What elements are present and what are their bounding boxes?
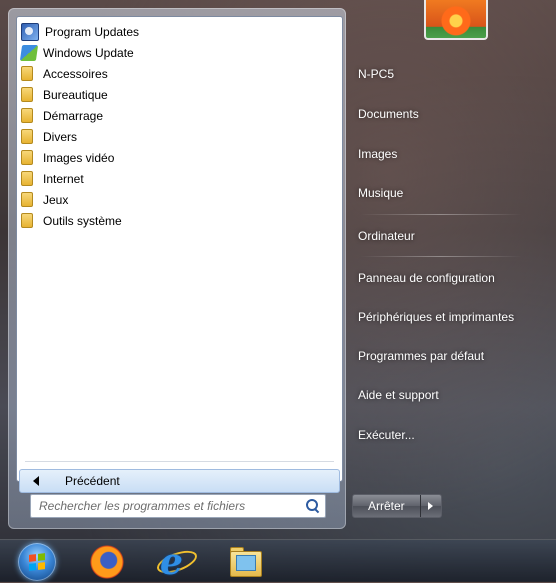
programs-pane: Program Updates Windows Update Accessoir… <box>16 16 343 493</box>
link-label: Périphériques et imprimantes <box>358 310 515 324</box>
program-item-label: Images vidéo <box>43 150 115 165</box>
folder-icon <box>21 129 33 144</box>
windows-explorer-icon[interactable] <box>228 545 262 579</box>
folder-icon <box>21 150 33 165</box>
program-item-label: Démarrage <box>43 108 104 123</box>
link-label: Musique <box>358 186 404 200</box>
link-label: Exécuter... <box>358 428 415 442</box>
program-item-program-updates[interactable]: Program Updates <box>21 21 338 42</box>
link-devices-printers[interactable]: Périphériques et imprimantes <box>352 302 544 332</box>
folder-icon <box>21 213 33 228</box>
windows-update-icon <box>19 44 39 61</box>
right-divider <box>360 214 522 215</box>
program-item-label: Outils système <box>43 213 122 228</box>
shutdown-label: Arrêter <box>368 499 405 513</box>
link-label: N-PC5 <box>358 67 395 81</box>
link-help-support[interactable]: Aide et support <box>352 380 544 410</box>
link-label: Images <box>358 147 398 161</box>
link-control-panel[interactable]: Panneau de configuration <box>352 263 544 293</box>
program-item-divers[interactable]: Divers <box>21 126 338 147</box>
back-button-label: Précédent <box>65 474 120 488</box>
program-item-label: Divers <box>43 129 78 144</box>
folder-icon <box>21 192 33 207</box>
link-label: Programmes par défaut <box>358 349 485 363</box>
internet-explorer-icon[interactable]: e <box>154 541 200 583</box>
folder-icon <box>21 87 33 102</box>
shutdown-button-group: Arrêter <box>352 494 442 518</box>
link-images[interactable]: Images <box>352 139 544 169</box>
program-updates-icon <box>21 22 39 41</box>
program-item-label: Internet <box>43 171 84 186</box>
search-icon[interactable] <box>303 497 321 515</box>
program-item-accessoires[interactable]: Accessoires <box>21 63 338 84</box>
program-item-label: Jeux <box>43 192 69 207</box>
folder-icon <box>21 66 33 81</box>
chevron-right-icon <box>428 502 434 510</box>
program-item-label: Program Updates <box>45 24 140 39</box>
program-item-label: Bureautique <box>43 87 108 102</box>
folder-icon <box>21 108 33 123</box>
user-avatar[interactable] <box>424 0 488 40</box>
program-item-images-video[interactable]: Images vidéo <box>21 147 338 168</box>
shutdown-options-button[interactable] <box>421 495 441 517</box>
back-button[interactable]: Précédent <box>19 469 340 493</box>
program-item-windows-update[interactable]: Windows Update <box>19 42 338 63</box>
program-item-label: Accessoires <box>43 66 108 81</box>
start-orb-icon[interactable] <box>18 543 56 581</box>
link-music[interactable]: Musique <box>352 178 544 208</box>
link-label: Ordinateur <box>358 229 415 243</box>
link-default-programs[interactable]: Programmes par défaut <box>352 341 544 371</box>
search-box <box>30 494 326 518</box>
link-documents[interactable]: Documents <box>352 99 544 129</box>
taskbar: e <box>0 539 556 583</box>
firefox-icon[interactable] <box>90 545 124 579</box>
link-label: Aide et support <box>358 388 439 402</box>
program-list: Program Updates Windows Update Accessoir… <box>19 21 338 231</box>
search-input[interactable] <box>37 496 303 516</box>
program-item-internet[interactable]: Internet <box>21 168 338 189</box>
divider <box>25 461 334 462</box>
link-label: Panneau de configuration <box>358 271 495 285</box>
shutdown-button[interactable]: Arrêter <box>353 495 421 517</box>
program-item-outils-systeme[interactable]: Outils système <box>21 210 338 231</box>
back-arrow-icon <box>33 476 39 486</box>
link-computer[interactable]: Ordinateur <box>352 221 544 251</box>
folder-icon <box>21 171 33 186</box>
program-item-jeux[interactable]: Jeux <box>21 189 338 210</box>
program-item-bureautique[interactable]: Bureautique <box>21 84 338 105</box>
program-item-label: Windows Update <box>43 45 134 60</box>
program-item-demarrage[interactable]: Démarrage <box>21 105 338 126</box>
right-divider <box>360 256 522 257</box>
link-user-name[interactable]: N-PC5 <box>352 59 544 89</box>
link-run[interactable]: Exécuter... <box>352 420 544 450</box>
link-label: Documents <box>358 107 419 121</box>
